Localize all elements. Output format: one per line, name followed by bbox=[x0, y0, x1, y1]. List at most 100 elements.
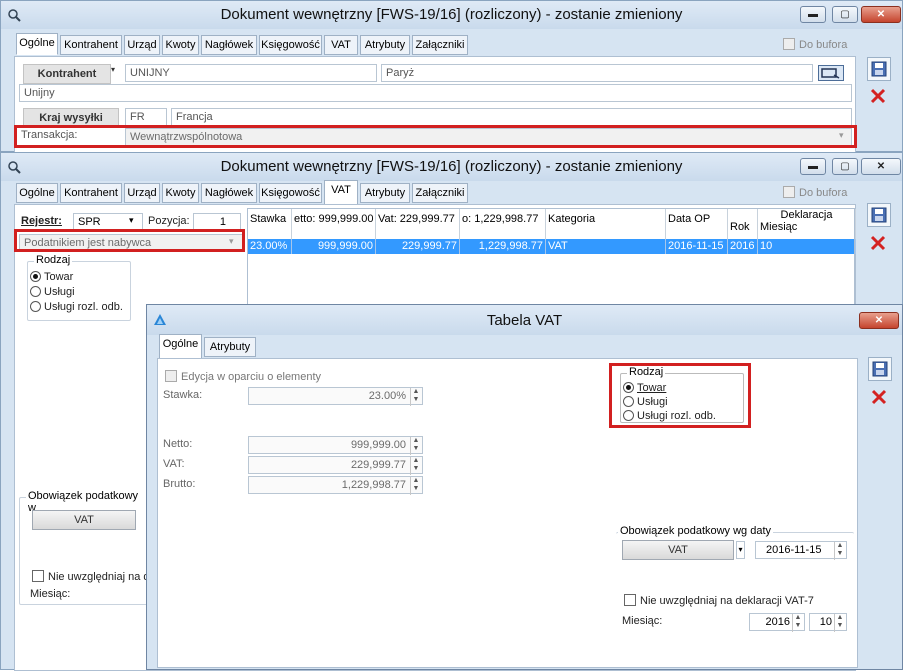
kraj-name-field[interactable]: Francja bbox=[171, 108, 852, 126]
table-row[interactable]: 23.00% 999,999.00 229,999.77 1,229,998.7… bbox=[248, 239, 856, 254]
nie-uwzgledniaj-checkbox[interactable]: Nie uwzględniaj na de bbox=[32, 570, 156, 583]
close-button[interactable]: ✕ bbox=[861, 6, 901, 23]
radio-towar[interactable]: Towar bbox=[30, 271, 73, 283]
save-icon bbox=[871, 207, 887, 223]
save-button[interactable] bbox=[867, 203, 891, 227]
tabela-vat-dialog: Tabela VAT ✕ Ogólne Atrybuty Edycja w op… bbox=[146, 304, 903, 670]
col-stawka[interactable]: Stawka bbox=[248, 209, 292, 239]
radio-uslugi-rozl[interactable]: Usługi rozl. odb. bbox=[30, 301, 123, 313]
brutto-field[interactable]: 1,229,998.77 bbox=[248, 476, 423, 494]
col-rok[interactable]: Rok bbox=[728, 209, 758, 239]
tab-kwoty[interactable]: Kwoty bbox=[162, 183, 199, 203]
cancel-button[interactable] bbox=[868, 386, 892, 410]
do-bufora-checkbox[interactable]: Do bufora bbox=[783, 38, 847, 51]
tab-naglowek[interactable]: Nagłówek bbox=[201, 183, 257, 203]
maximize-button[interactable]: ▢ bbox=[832, 158, 858, 175]
vat-button[interactable]: VAT bbox=[622, 540, 734, 560]
rejestr-label: Rejestr: bbox=[21, 215, 62, 227]
vat-button[interactable]: VAT bbox=[32, 510, 136, 530]
dropdown-arrow-icon[interactable]: ▾ bbox=[736, 541, 745, 559]
magnifier-icon bbox=[821, 68, 840, 79]
tab-atrybuty[interactable]: Atrybuty bbox=[204, 337, 256, 357]
cancel-icon bbox=[870, 235, 886, 251]
col-netto[interactable]: etto: 999,999.00 bbox=[292, 209, 376, 239]
transakcja-highlight bbox=[14, 125, 857, 148]
do-bufora-checkbox[interactable]: Do bufora bbox=[783, 186, 847, 199]
pozycja-label: Pozycja: bbox=[148, 215, 190, 227]
minimize-button[interactable]: ▬ bbox=[800, 158, 826, 175]
document-window-back: Dokument wewnętrzny [FWS-19/16] (rozlicz… bbox=[0, 0, 903, 153]
nie-uwzgledniaj-checkbox[interactable]: Nie uwzględniaj na deklaracji VAT-7 bbox=[624, 594, 814, 607]
tab-naglowek[interactable]: Nagłówek bbox=[201, 35, 257, 55]
kontrahent-name-field[interactable]: Unijny bbox=[19, 84, 852, 102]
tab-atrybuty[interactable]: Atrybuty bbox=[360, 35, 410, 55]
stawka-field[interactable]: 23.00% bbox=[248, 387, 423, 405]
obowiazek-title: Obowiązek podatkowy wg daty bbox=[618, 525, 774, 537]
title-bar[interactable]: Dokument wewnętrzny [FWS-19/16] (rozlicz… bbox=[1, 1, 902, 29]
spin-arrows-icon[interactable]: ▲ ▼ bbox=[410, 437, 421, 455]
kontrahent-button[interactable]: Kontrahent bbox=[23, 64, 111, 84]
netto-label: Netto: bbox=[163, 438, 193, 450]
close-button[interactable]: ✕ bbox=[859, 312, 899, 329]
dropdown-arrow-icon[interactable]: ▾ bbox=[111, 65, 115, 74]
radio-icon bbox=[30, 301, 41, 312]
col-kategoria[interactable]: Kategoria bbox=[546, 209, 666, 239]
search-button[interactable] bbox=[818, 65, 844, 81]
save-button[interactable] bbox=[868, 357, 892, 381]
tab-ogolne[interactable]: Ogólne bbox=[159, 334, 202, 359]
tab-vat[interactable]: VAT bbox=[324, 35, 358, 55]
miesiac-header: Miesiąc bbox=[760, 221, 798, 233]
save-button[interactable] bbox=[867, 57, 891, 81]
brutto-label: Brutto: bbox=[163, 478, 196, 490]
spin-arrows-icon[interactable]: ▲ ▼ bbox=[410, 457, 421, 475]
obowiazek-group: Obowiązek podatkowy w VAT Nie uwzględnia… bbox=[19, 490, 156, 605]
tab-vat[interactable]: VAT bbox=[324, 180, 358, 205]
tab-ogolne[interactable]: Ogólne bbox=[16, 183, 58, 203]
edycja-checkbox[interactable]: Edycja w oparciu o elementy bbox=[165, 370, 321, 383]
radio-icon bbox=[30, 271, 41, 282]
spin-arrows-icon[interactable]: ▲ ▼ bbox=[410, 388, 421, 406]
window-title: Dokument wewnętrzny [FWS-19/16] (rozlicz… bbox=[220, 6, 683, 23]
chevron-down-icon: ▾ bbox=[129, 215, 134, 225]
radio-uslugi[interactable]: Usługi bbox=[30, 286, 75, 298]
cancel-button[interactable] bbox=[867, 85, 891, 109]
save-icon bbox=[871, 61, 887, 77]
tab-kontrahent[interactable]: Kontrahent bbox=[60, 35, 122, 55]
vat-field[interactable]: 229,999.77 bbox=[248, 456, 423, 474]
spin-arrows-icon[interactable]: ▲ ▼ bbox=[834, 542, 845, 560]
kraj-code-field[interactable]: FR bbox=[125, 108, 167, 126]
tab-kontrahent[interactable]: Kontrahent bbox=[60, 183, 122, 203]
title-bar[interactable]: Tabela VAT ✕ bbox=[147, 305, 902, 335]
tab-atrybuty[interactable]: Atrybuty bbox=[360, 183, 410, 203]
tab-urzad[interactable]: Urząd bbox=[124, 35, 160, 55]
spin-arrows-icon[interactable]: ▲ ▼ bbox=[792, 614, 803, 632]
close-button[interactable]: ✕ bbox=[861, 158, 901, 175]
dialog-panel: Edycja w oparciu o elementy Stawka: 23.0… bbox=[157, 358, 858, 668]
rodzaj-group: Rodzaj Towar Usługi Usługi rozl. odb. bbox=[27, 254, 131, 321]
tab-kwoty[interactable]: Kwoty bbox=[162, 35, 199, 55]
tab-urzad[interactable]: Urząd bbox=[124, 183, 160, 203]
spin-arrows-icon[interactable]: ▲ ▼ bbox=[834, 614, 845, 632]
window-title: Dokument wewnętrzny [FWS-19/16] (rozlicz… bbox=[220, 158, 683, 175]
tab-ogolne[interactable]: Ogólne bbox=[16, 33, 58, 55]
tab-zalaczniki[interactable]: Załączniki bbox=[412, 183, 468, 203]
maximize-button[interactable]: ▢ bbox=[832, 6, 858, 23]
spin-arrows-icon[interactable]: ▲ ▼ bbox=[410, 477, 421, 495]
title-bar[interactable]: Dokument wewnętrzny [FWS-19/16] (rozlicz… bbox=[1, 153, 902, 181]
deklaracja-header: Deklaracja bbox=[780, 209, 833, 221]
col-data-op[interactable]: Data OP bbox=[666, 209, 728, 239]
col-vat[interactable]: Vat: 229,999.77 bbox=[376, 209, 460, 239]
col-deklaracja[interactable]: Deklaracja Miesiąc bbox=[758, 209, 856, 239]
rodzaj-highlight bbox=[609, 363, 751, 428]
tab-zalaczniki[interactable]: Załączniki bbox=[412, 35, 468, 55]
kontrahent-city-field[interactable]: Paryż bbox=[381, 64, 813, 82]
tab-ksiegowosc[interactable]: Księgowość bbox=[259, 35, 322, 55]
minimize-button[interactable]: ▬ bbox=[800, 6, 826, 23]
netto-field[interactable]: 999,999.00 bbox=[248, 436, 423, 454]
cancel-button[interactable] bbox=[867, 232, 891, 256]
tab-ksiegowosc[interactable]: Księgowość bbox=[259, 183, 322, 203]
kontrahent-code-field[interactable]: UNIJNY bbox=[125, 64, 377, 82]
cancel-icon bbox=[871, 389, 887, 405]
col-brutto[interactable]: o: 1,229,998.77 bbox=[460, 209, 546, 239]
radio-icon bbox=[30, 286, 41, 297]
